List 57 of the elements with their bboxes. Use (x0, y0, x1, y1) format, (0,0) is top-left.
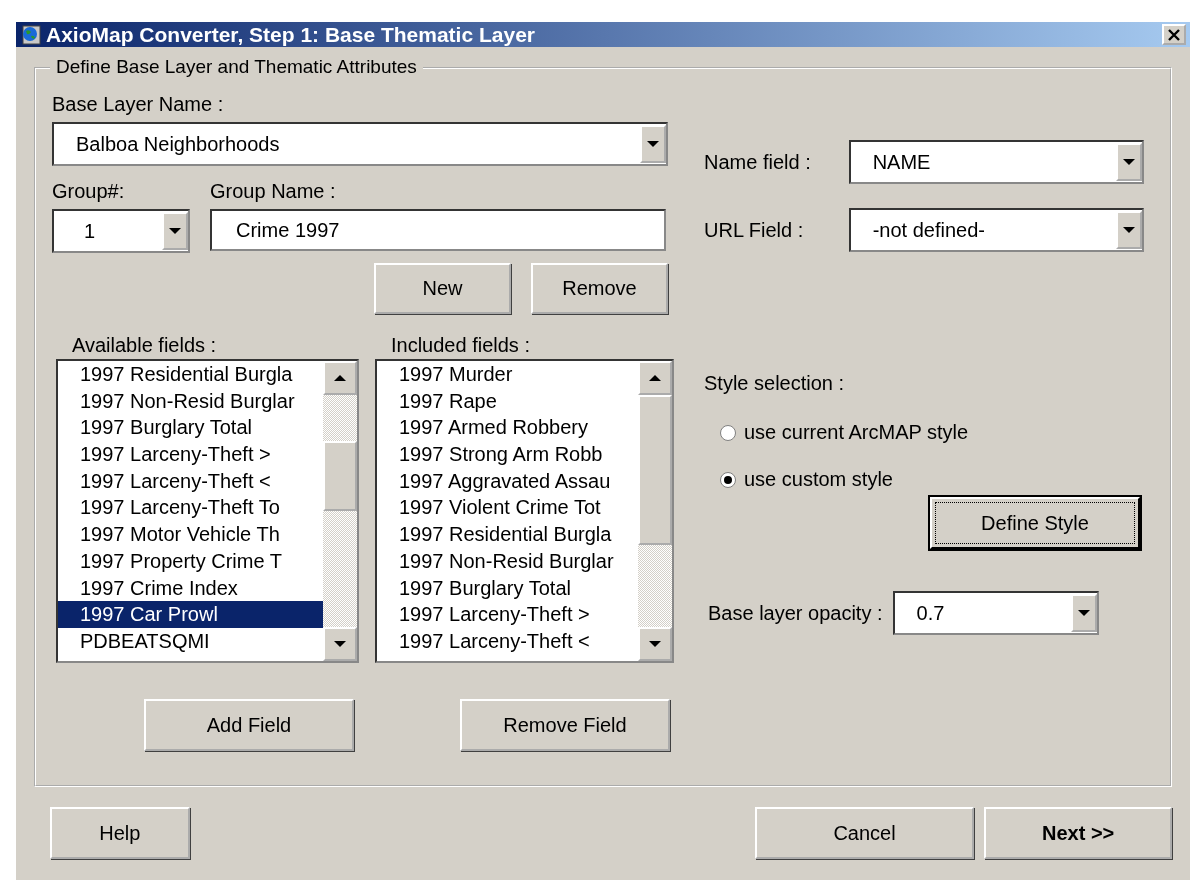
list-item[interactable]: 1997 Non-Resid Burglar (58, 387, 323, 415)
group-name-field[interactable]: Crime 1997 (210, 209, 666, 251)
scrollbar[interactable] (638, 361, 672, 661)
field-label: Base Layer Name : (52, 93, 225, 116)
list-item[interactable]: 1997 Motor Vehicle Th (58, 521, 323, 548)
base-layer-dropdown[interactable]: Balboa Neighborhoods (52, 122, 668, 166)
list-item[interactable]: 1997 Residential Burgla (377, 521, 638, 548)
field-label: Base layer opacity : (708, 601, 883, 625)
list-item[interactable]: 1997 Rape (377, 387, 638, 415)
dialog-button[interactable]: Help (50, 807, 190, 859)
list-item[interactable]: 1997 Aggravated Assau (377, 467, 638, 495)
list-item[interactable]: 1997 Burglary Total (377, 574, 638, 602)
dialog-button[interactable]: Next >> (984, 807, 1172, 859)
list-item[interactable]: 1997 Car Prowl (58, 601, 323, 628)
field-label: Group Name : (210, 180, 337, 203)
close-button[interactable] (1162, 24, 1186, 45)
list-item[interactable]: 1997 Larceny-Theft To (58, 494, 323, 522)
list-item[interactable]: 1997 Larceny-Theft > (377, 601, 638, 628)
scrollbar[interactable] (323, 361, 357, 661)
list-item[interactable]: 1997 Residential Burgla (58, 361, 323, 388)
url-field-dropdown[interactable]: -not defined- (848, 208, 1144, 252)
field-button[interactable]: Remove Field (460, 699, 670, 751)
radio-option[interactable]: use current ArcMAP style (720, 421, 1144, 444)
list-item[interactable]: 1997 Strong Arm Robb (377, 441, 638, 468)
list-label: Available fields : (71, 334, 218, 357)
close-icon (1168, 28, 1180, 41)
dialog-button[interactable]: Cancel (754, 807, 975, 859)
group-button[interactable]: Remove (531, 263, 668, 314)
list-label: Included fields : (390, 334, 531, 357)
define-style-button[interactable]: Define Style (930, 497, 1140, 549)
list-item[interactable]: 1997 Non-Resid Burglar (377, 547, 638, 575)
globe-icon (20, 23, 42, 46)
radio-label: use custom style (744, 468, 893, 491)
list-item[interactable]: 1997 Larceny-Theft > (58, 441, 323, 468)
list-item[interactable]: 1997 Crime Index (58, 574, 323, 602)
field-label: Group#: (52, 180, 126, 203)
list-item[interactable]: 1997 Property Crime T (58, 547, 323, 575)
list-item[interactable]: 1997 Larceny-Theft < (377, 627, 638, 655)
opacity-dropdown[interactable]: 0.7 (892, 591, 1099, 635)
list-item[interactable]: 1997 Murder (377, 361, 638, 388)
group-number-dropdown[interactable]: 1 (52, 209, 190, 253)
field-label: URL Field : (704, 218, 805, 242)
field-button[interactable]: Add Field (144, 699, 354, 751)
section-label: Style selection : (704, 372, 846, 395)
radio-label: use current ArcMAP style (744, 421, 969, 444)
window-title: AxioMap Converter, Step 1: Base Thematic Layer (46, 22, 536, 47)
list-item[interactable]: PDBEATSQMI (58, 627, 323, 655)
list-item[interactable]: 1997 Larceny-Theft < (58, 467, 323, 495)
field-label: Name field : (704, 150, 812, 174)
field-list[interactable] (375, 359, 674, 663)
name-field-dropdown[interactable]: NAME (848, 140, 1144, 184)
list-item[interactable]: 1997 Burglary Total (58, 414, 323, 442)
radio-option[interactable]: use custom style (720, 468, 1144, 491)
list-item[interactable]: 1997 Armed Robbery (377, 414, 638, 442)
list-item[interactable]: 1997 Violent Crime Tot (377, 494, 638, 522)
group-button[interactable]: New (374, 263, 511, 314)
field-list[interactable] (56, 359, 359, 663)
